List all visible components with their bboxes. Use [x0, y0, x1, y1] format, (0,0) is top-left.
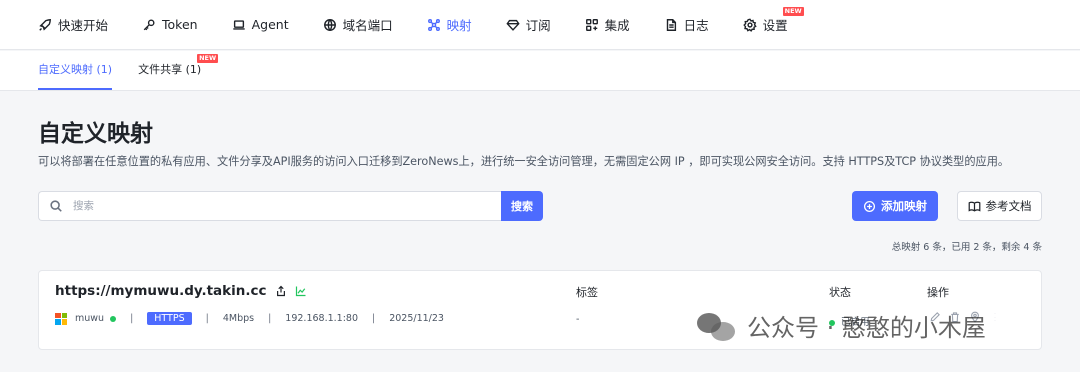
gear-icon	[742, 18, 757, 32]
nav-item-label: Agent	[251, 17, 289, 32]
nav-item-token[interactable]: Token	[142, 17, 198, 32]
protocol-badge: HTTPS	[147, 312, 192, 325]
nav-item-logs[interactable]: 日志	[664, 15, 709, 34]
reference-docs-button[interactable]: 参考文档	[957, 191, 1042, 221]
search-bar: 搜索	[38, 191, 543, 221]
wechat-watermark: 公众号 · 憨憨的小木屋	[697, 308, 986, 343]
diamond-icon	[506, 19, 520, 31]
separator: |	[205, 313, 209, 324]
bandwidth-value: 4Mbps	[222, 313, 255, 324]
chart-icon[interactable]	[295, 285, 307, 297]
status-column-header: 状态	[829, 286, 851, 299]
tab-label: 文件共享 (1)	[138, 63, 202, 76]
target-address: 192.168.1.1:80	[285, 313, 358, 324]
search-input[interactable]	[73, 200, 453, 212]
nav-item-label: 域名端口	[342, 18, 393, 33]
nav-item-label: 订阅	[525, 18, 551, 33]
agent-name[interactable]: muwu	[75, 313, 104, 324]
tag-value: -	[576, 314, 580, 325]
key-icon	[143, 18, 155, 30]
windows-icon	[55, 312, 67, 325]
sub-nav: 自定义映射 (1) 文件共享 (1) NEW	[0, 51, 1080, 91]
mapping-summary: 总映射 6 条，已用 2 条，剩余 4 条	[891, 242, 1042, 253]
tag-column-header: 标签	[576, 286, 598, 299]
new-badge: NEW	[197, 54, 219, 63]
new-badge: NEW	[782, 7, 804, 16]
document-icon	[666, 18, 676, 31]
search-button[interactable]: 搜索	[501, 191, 543, 221]
laptop-icon	[232, 19, 245, 30]
book-icon	[968, 201, 980, 212]
rocket-icon	[39, 18, 51, 31]
more-icon[interactable]	[989, 311, 1001, 323]
nav-item-integration[interactable]: 集成	[585, 15, 630, 34]
nav-item-subscription[interactable]: 订阅	[506, 15, 551, 34]
separator: |	[372, 313, 376, 324]
tab-label: 自定义映射 (1)	[38, 63, 113, 76]
nav-item-label: Token	[162, 17, 198, 32]
mapping-url-row: https://mymuwu.dy.takin.cc	[55, 283, 307, 299]
globe-icon	[323, 18, 336, 31]
add-mapping-button[interactable]: 添加映射	[852, 191, 938, 221]
nav-item-mapping[interactable]: 映射	[427, 15, 472, 34]
nav-item-label: 设置	[762, 18, 788, 33]
plus-circle-icon	[863, 200, 876, 212]
reference-docs-label: 参考文档	[985, 199, 1032, 213]
nav-item-label: 映射	[446, 18, 472, 33]
nav-item-label: 集成	[604, 18, 630, 33]
separator: |	[268, 313, 272, 324]
wechat-logo-icon	[697, 311, 737, 341]
top-nav: 快速开始 Token Agent 域名端口 映射 订阅 集成 日志 设置 NEW	[0, 0, 1080, 50]
tab-custom-mapping[interactable]: 自定义映射 (1)	[38, 50, 113, 90]
add-mapping-label: 添加映射	[881, 199, 927, 213]
page-description: 可以将部署在任意位置的私有应用、文件分享及API服务的访问入口迁移到ZeroNe…	[38, 155, 1010, 168]
share-icon[interactable]	[275, 285, 287, 297]
page-title: 自定义映射	[38, 121, 153, 147]
mapping-meta: muwu | HTTPS | 4Mbps | 192.168.1.1:80 | …	[55, 312, 444, 325]
created-date: 2025/11/23	[389, 313, 444, 324]
nav-item-quickstart[interactable]: 快速开始	[38, 15, 108, 34]
search-icon	[50, 200, 62, 212]
watermark-text: 公众号 · 憨憨的小木屋	[747, 314, 986, 342]
hub-icon	[427, 18, 440, 31]
grid-plus-icon	[585, 18, 598, 31]
tab-file-sharing[interactable]: 文件共享 (1) NEW	[138, 50, 219, 90]
search-field[interactable]	[38, 191, 501, 221]
online-indicator	[110, 315, 117, 322]
separator: |	[130, 313, 134, 324]
ops-column-header: 操作	[927, 286, 949, 299]
nav-item-label: 快速开始	[58, 18, 109, 33]
nav-item-label: 日志	[683, 18, 709, 33]
mapping-url[interactable]: https://mymuwu.dy.takin.cc	[55, 283, 267, 299]
nav-item-settings[interactable]: 设置 NEW	[742, 7, 804, 34]
nav-item-domain-port[interactable]: 域名端口	[323, 15, 393, 34]
nav-item-agent[interactable]: Agent	[232, 17, 289, 32]
